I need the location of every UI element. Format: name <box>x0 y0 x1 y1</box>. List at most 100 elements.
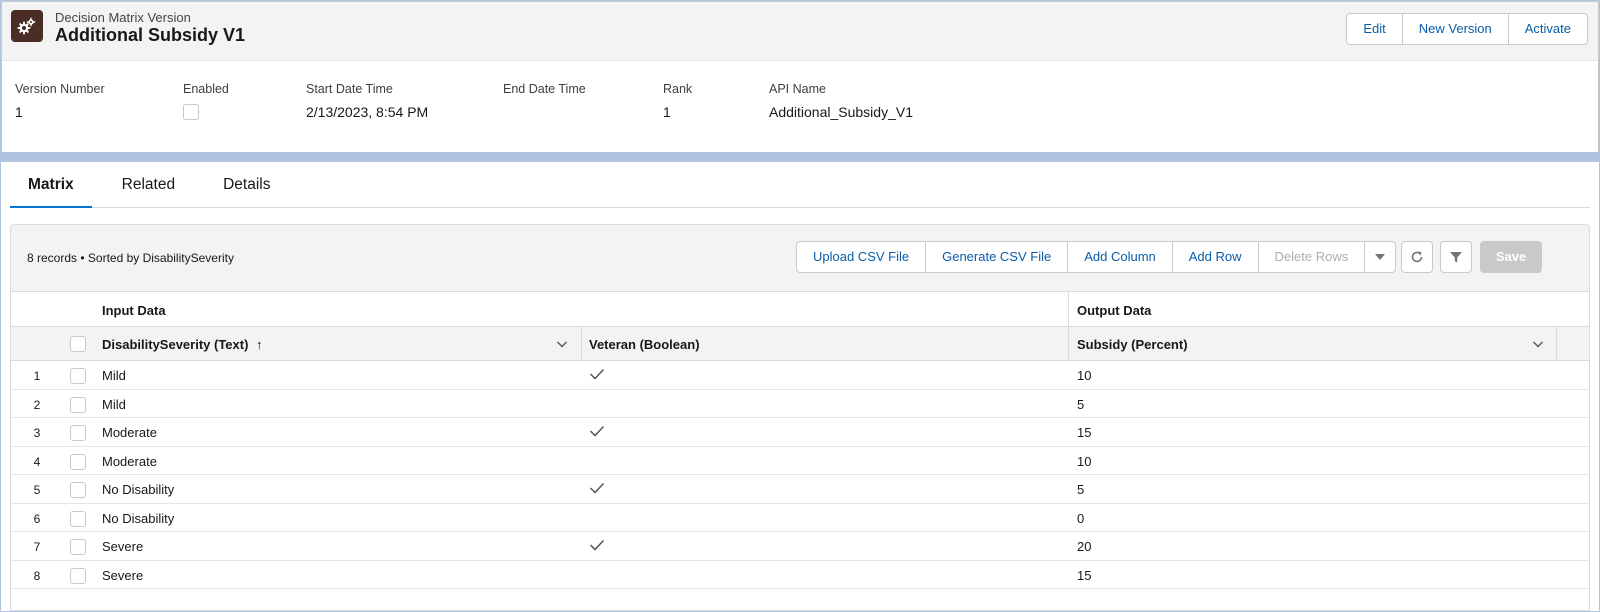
tab-related[interactable]: Related <box>104 162 193 207</box>
record-count-info: 8 records • Sorted by DisabilitySeverity <box>27 251 234 265</box>
add-column-button[interactable]: Add Column <box>1068 242 1173 272</box>
row-checkbox[interactable] <box>70 396 86 413</box>
row-number: 5 <box>33 483 41 497</box>
row-number: 4 <box>33 454 41 469</box>
cell-disability-severity[interactable]: No Disability <box>102 511 174 526</box>
column-divider <box>1068 327 1069 360</box>
tab-details[interactable]: Details <box>205 162 288 207</box>
table-row[interactable]: 6 No Disability 0 <box>11 504 1589 532</box>
row-number: 8 <box>33 568 41 583</box>
activate-button[interactable]: Activate <box>1509 14 1587 44</box>
field-value: 1 <box>663 104 671 120</box>
field-end-date-time: End Date Time <box>503 82 586 104</box>
column-divider <box>1556 327 1557 360</box>
row-checkbox[interactable] <box>70 425 86 441</box>
field-label: End Date Time <box>503 82 586 96</box>
filter-button[interactable] <box>1440 241 1472 273</box>
page-frame: Decision Matrix Version Additional Subsi… <box>0 0 1600 612</box>
add-row-button[interactable]: Add Row <box>1173 242 1259 272</box>
table-row[interactable]: 5 No Disability 5 <box>11 475 1589 504</box>
record-header: Decision Matrix Version Additional Subsi… <box>1 1 1599 152</box>
cell-subsidy[interactable]: 15 <box>1077 568 1091 583</box>
row-number: 1 <box>33 369 41 383</box>
matrix-card: 8 records • Sorted by DisabilitySeverity… <box>10 224 1590 611</box>
table-row[interactable]: 3 Moderate 15 <box>11 418 1589 447</box>
edit-button[interactable]: Edit <box>1347 14 1403 44</box>
new-version-button[interactable]: New Version <box>1403 14 1509 44</box>
refresh-button[interactable] <box>1401 241 1433 273</box>
output-data-group-label: Output Data <box>1077 303 1152 318</box>
field-label: Enabled <box>183 82 229 96</box>
row-number: 2 <box>33 397 41 412</box>
table-row[interactable]: 4 Moderate 10 <box>11 447 1589 475</box>
input-data-group-label: Input Data <box>102 303 166 318</box>
table-row[interactable]: 1 Mild 10 <box>11 361 1589 390</box>
filter-icon <box>1450 252 1462 263</box>
column-divider <box>581 327 582 360</box>
cell-subsidy[interactable]: 10 <box>1077 368 1091 383</box>
table-row[interactable]: 2 Mild 5 <box>11 390 1589 418</box>
cell-veteran[interactable] <box>589 367 605 384</box>
select-all-checkbox[interactable] <box>70 336 86 352</box>
field-value: 2/13/2023, 8:54 PM <box>306 104 429 120</box>
group-divider <box>1068 292 1069 326</box>
chevron-down-icon[interactable] <box>1532 338 1544 350</box>
row-checkbox[interactable] <box>70 368 86 384</box>
cell-disability-severity[interactable]: Mild <box>102 368 126 383</box>
cell-disability-severity[interactable]: Severe <box>102 568 143 583</box>
more-actions-button[interactable] <box>1365 242 1395 272</box>
cell-subsidy[interactable]: 15 <box>1077 425 1091 440</box>
cell-disability-severity[interactable]: No Disability <box>102 482 174 497</box>
cell-subsidy[interactable]: 0 <box>1077 511 1084 526</box>
row-checkbox[interactable] <box>70 510 86 527</box>
cell-veteran[interactable] <box>589 481 605 498</box>
column-header-disability-severity[interactable]: DisabilitySeverity (Text) ↑ <box>102 337 263 352</box>
cell-subsidy[interactable]: 5 <box>1077 482 1084 497</box>
field-start-date-time: Start Date Time 2/13/2023, 8:54 PM <box>306 82 428 120</box>
main-card: Matrix Related Details 8 records • Sorte… <box>1 162 1599 611</box>
cell-subsidy[interactable]: 10 <box>1077 454 1091 469</box>
column-header-veteran[interactable]: Veteran (Boolean) <box>589 337 700 352</box>
cell-disability-severity[interactable]: Severe <box>102 539 143 554</box>
column-header-label: DisabilitySeverity (Text) <box>102 337 249 352</box>
row-checkbox[interactable] <box>70 567 86 584</box>
record-title: Additional Subsidy V1 <box>55 25 246 45</box>
caret-down-icon <box>1375 254 1386 260</box>
row-number: 3 <box>33 426 41 440</box>
field-value: 1 <box>15 104 23 120</box>
sort-ascending-icon: ↑ <box>256 337 263 352</box>
table-row[interactable]: 7 Severe 20 <box>11 532 1589 561</box>
checkmark-icon <box>589 482 605 494</box>
column-header-subsidy[interactable]: Subsidy (Percent) <box>1077 337 1188 352</box>
row-checkbox[interactable] <box>70 453 86 470</box>
row-checkbox[interactable] <box>70 482 86 498</box>
cell-disability-severity[interactable]: Moderate <box>102 454 157 469</box>
delete-rows-button[interactable]: Delete Rows <box>1259 242 1366 272</box>
field-label: Version Number <box>15 82 105 96</box>
highlights-panel: Version Number 1 Enabled Start Date Time… <box>2 61 1598 151</box>
field-label: Start Date Time <box>306 82 393 96</box>
object-type-label: Decision Matrix Version <box>55 10 191 25</box>
field-version-number: Version Number 1 <box>15 82 105 120</box>
column-header-row: DisabilitySeverity (Text) ↑ Veteran (Boo… <box>11 327 1589 361</box>
checkmark-icon <box>589 425 605 437</box>
tab-matrix[interactable]: Matrix <box>10 162 92 208</box>
matrix-actions: Upload CSV File Generate CSV File Add Co… <box>796 241 1397 273</box>
field-value <box>183 104 229 123</box>
cell-subsidy[interactable]: 20 <box>1077 539 1091 554</box>
generate-csv-button[interactable]: Generate CSV File <box>926 242 1069 272</box>
header-actions: Edit New Version Activate <box>1346 13 1588 45</box>
row-number: 6 <box>33 511 41 526</box>
cell-veteran[interactable] <box>589 424 605 441</box>
save-button[interactable]: Save <box>1480 241 1542 273</box>
table-row[interactable]: 8 Severe 15 <box>11 561 1589 589</box>
cell-veteran[interactable] <box>589 538 605 555</box>
row-checkbox[interactable] <box>70 539 86 555</box>
cell-subsidy[interactable]: 5 <box>1077 397 1084 412</box>
cell-disability-severity[interactable]: Mild <box>102 397 126 412</box>
header-top: Decision Matrix Version Additional Subsi… <box>2 2 1598 61</box>
cell-disability-severity[interactable]: Moderate <box>102 425 157 440</box>
chevron-down-icon[interactable] <box>556 338 568 350</box>
upload-csv-button[interactable]: Upload CSV File <box>797 242 927 272</box>
field-value: Additional_Subsidy_V1 <box>769 104 913 120</box>
